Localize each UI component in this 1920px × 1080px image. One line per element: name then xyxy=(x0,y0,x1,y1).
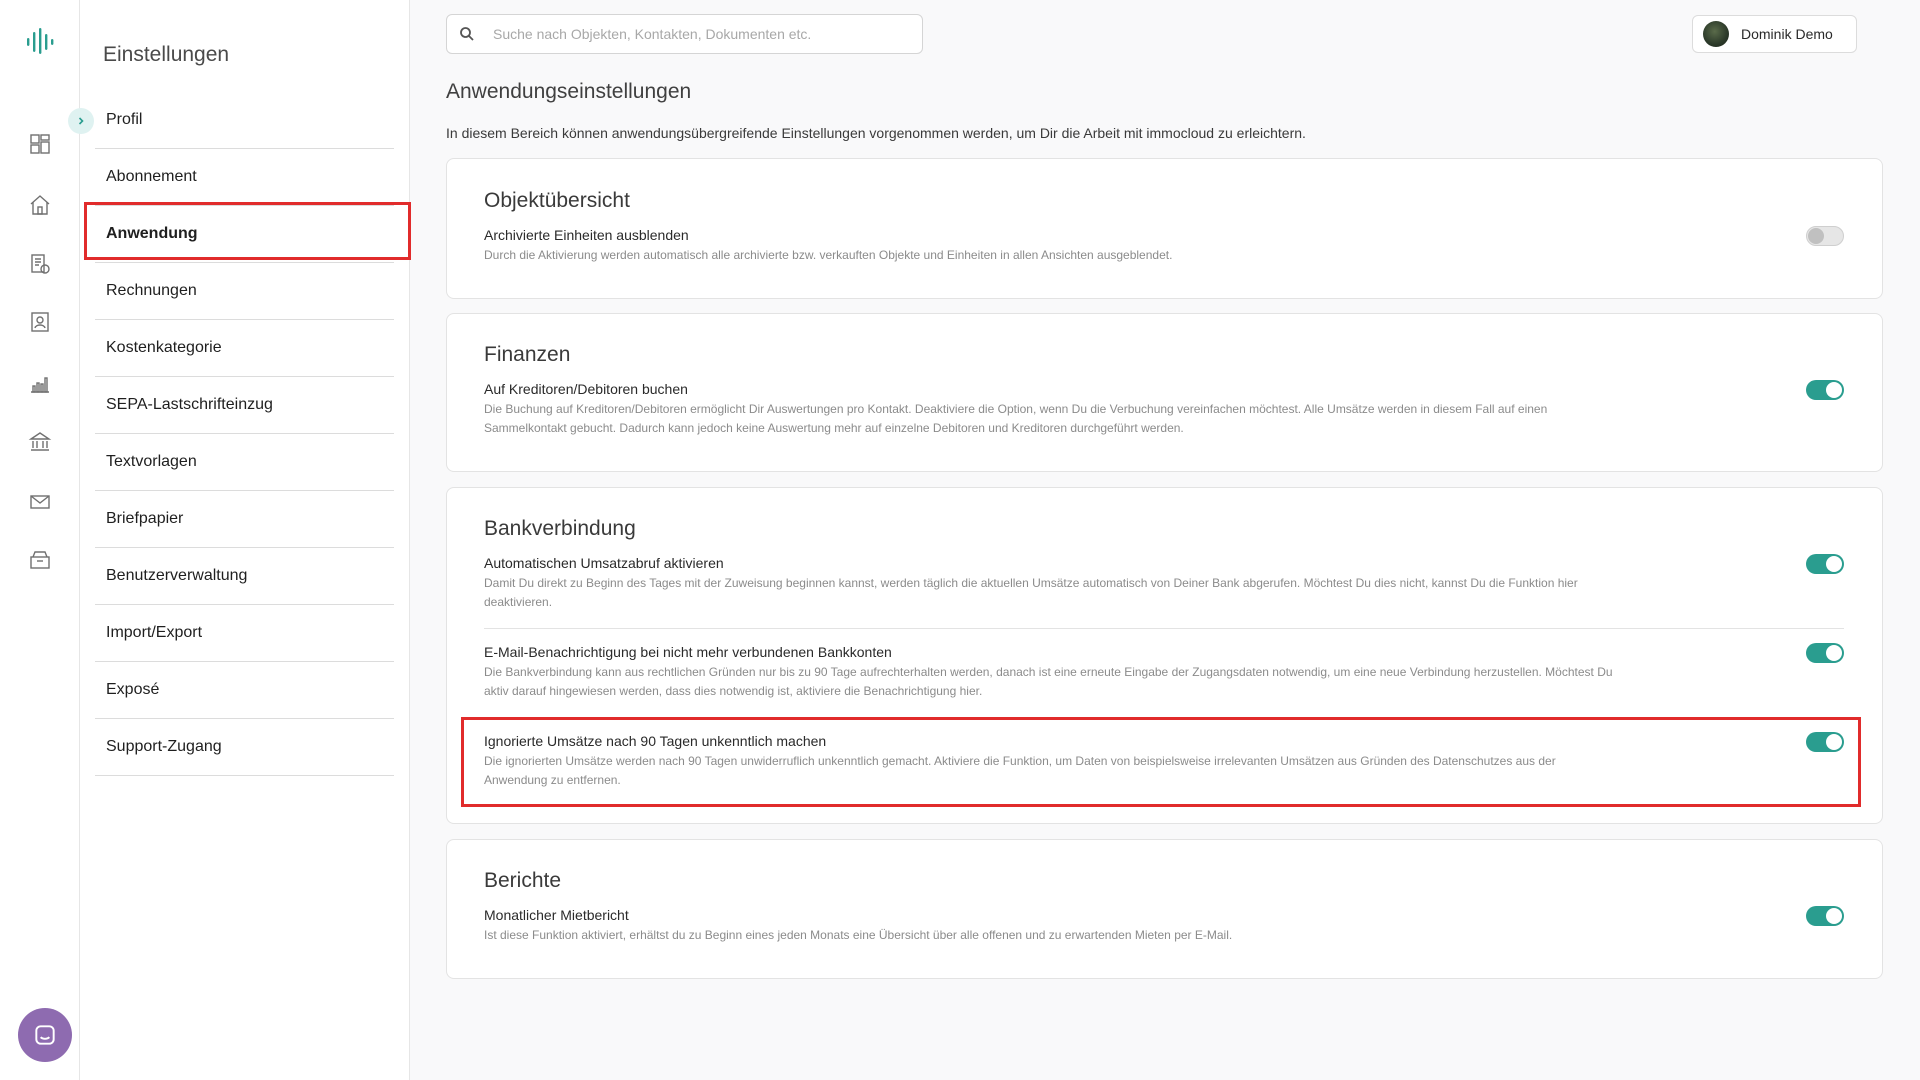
toggle-kreditoren-debitoren[interactable] xyxy=(1806,380,1844,400)
menu-item-support-zugang[interactable]: Support-Zugang xyxy=(95,719,394,776)
divider xyxy=(484,628,1844,629)
user-menu-button[interactable]: Dominik Demo xyxy=(1692,15,1857,53)
menu-item-profil[interactable]: Profil xyxy=(95,92,394,149)
home-icon[interactable] xyxy=(28,193,52,217)
section-title: Bankverbindung xyxy=(484,517,636,540)
setting-description: Ist diese Funktion aktiviert, erhältst d… xyxy=(484,928,1233,942)
setting-email-benachrichtigung: E-Mail-Benachrichtigung bei nicht mehr v… xyxy=(484,644,1844,701)
setting-title: Auf Kreditoren/Debitoren buchen xyxy=(484,381,688,397)
card-finanzen: Finanzen Auf Kreditoren/Debitoren buchen… xyxy=(446,313,1883,472)
toggle-archivierte-einheiten[interactable] xyxy=(1806,226,1844,246)
setting-title: E-Mail-Benachrichtigung bei nicht mehr v… xyxy=(484,644,892,660)
mail-icon[interactable] xyxy=(28,490,52,514)
chart-icon[interactable] xyxy=(28,372,52,396)
collapse-button[interactable] xyxy=(68,108,94,134)
menu-item-briefpapier[interactable]: Briefpapier xyxy=(95,491,394,548)
setting-title: Ignorierte Umsätze nach 90 Tagen unkennt… xyxy=(484,733,827,749)
setting-ignorierte-umsaetze: Ignorierte Umsätze nach 90 Tagen unkennt… xyxy=(484,733,1844,790)
card-berichte: Berichte Monatlicher Mietbericht Ist die… xyxy=(446,839,1883,979)
toggle-email-benachrichtigung[interactable] xyxy=(1806,643,1844,663)
menu-item-benutzerverwaltung[interactable]: Benutzerverwaltung xyxy=(95,548,394,605)
finance-icon[interactable] xyxy=(28,252,52,276)
search-bar xyxy=(446,14,923,54)
icon-rail xyxy=(0,0,80,1080)
settings-sidebar: Einstellungen Profil Abonnement Anwendun… xyxy=(68,0,410,1080)
setting-description: Die ignorierten Umsätze werden nach 90 T… xyxy=(484,754,1556,787)
page-title: Anwendungseinstellungen xyxy=(446,80,692,103)
section-title: Berichte xyxy=(484,869,562,892)
chat-button[interactable] xyxy=(18,1008,72,1062)
setting-description: Damit Du direkt zu Beginn des Tages mit … xyxy=(484,576,1578,609)
menu-item-kostenkategorie[interactable]: Kostenkategorie xyxy=(95,320,394,377)
section-title: Objektübersicht xyxy=(484,189,630,212)
archive-icon[interactable] xyxy=(28,548,52,572)
section-title: Finanzen xyxy=(484,343,571,366)
toggle-ignorierte-umsaetze[interactable] xyxy=(1806,732,1844,752)
contacts-icon[interactable] xyxy=(28,310,52,334)
setting-title: Monatlicher Mietbericht xyxy=(484,907,629,923)
card-bankverbindung: Bankverbindung Automatischen Umsatzabruf… xyxy=(446,487,1883,824)
toggle-umsatzabruf[interactable] xyxy=(1806,554,1844,574)
chat-icon xyxy=(35,1025,55,1045)
logo-icon[interactable] xyxy=(25,26,55,56)
dashboard-icon[interactable] xyxy=(28,132,52,156)
setting-title: Archivierte Einheiten ausblenden xyxy=(484,227,689,243)
chevron-right-icon xyxy=(78,117,84,125)
toggle-mietbericht[interactable] xyxy=(1806,906,1844,926)
search-icon xyxy=(460,27,474,41)
menu-item-textvorlagen[interactable]: Textvorlagen xyxy=(95,434,394,491)
setting-kreditoren-debitoren: Auf Kreditoren/Debitoren buchen Die Buch… xyxy=(484,381,1844,438)
setting-description: Durch die Aktivierung werden automatisch… xyxy=(484,248,1173,262)
setting-archivierte-einheiten: Archivierte Einheiten ausblenden Durch d… xyxy=(484,227,1844,265)
page-intro: In diesem Bereich können anwendungsüberg… xyxy=(446,125,1306,141)
bank-icon[interactable] xyxy=(28,430,52,454)
settings-menu: Profil Abonnement Anwendung Rechnungen K… xyxy=(95,92,394,776)
avatar xyxy=(1703,21,1729,47)
setting-description: Die Bankverbindung kann aus rechtlichen … xyxy=(484,665,1613,698)
setting-mietbericht: Monatlicher Mietbericht Ist diese Funkti… xyxy=(484,907,1844,945)
menu-item-expose[interactable]: Exposé xyxy=(95,662,394,719)
divider xyxy=(484,717,1844,718)
menu-item-abonnement[interactable]: Abonnement xyxy=(95,149,394,206)
setting-title: Automatischen Umsatzabruf aktivieren xyxy=(484,555,724,571)
menu-item-import-export[interactable]: Import/Export xyxy=(95,605,394,662)
user-name: Dominik Demo xyxy=(1741,26,1833,42)
card-objektuebersicht: Objektübersicht Archivierte Einheiten au… xyxy=(446,158,1883,299)
menu-item-rechnungen[interactable]: Rechnungen xyxy=(95,263,394,320)
menu-item-sepa[interactable]: SEPA-Lastschrifteinzug xyxy=(95,377,394,434)
setting-description: Die Buchung auf Kreditoren/Debitoren erm… xyxy=(484,402,1548,435)
search-input[interactable] xyxy=(493,26,893,42)
settings-title: Einstellungen xyxy=(103,43,230,66)
menu-item-anwendung[interactable]: Anwendung xyxy=(95,206,394,263)
setting-umsatzabruf: Automatischen Umsatzabruf aktivieren Dam… xyxy=(484,555,1844,612)
